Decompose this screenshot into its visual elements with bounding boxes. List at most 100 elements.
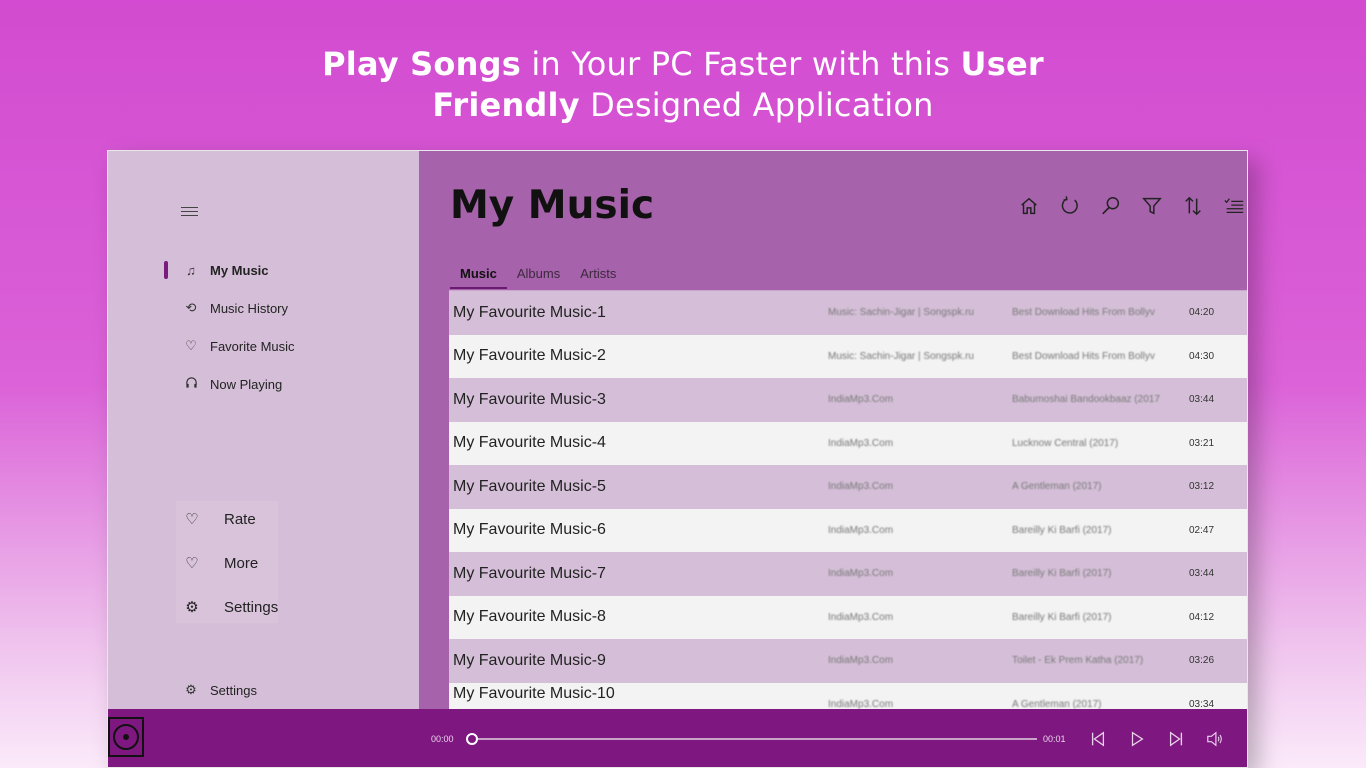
sidebar-item-label: Now Playing [210, 376, 283, 392]
list-item[interactable]: My Favourite Music-9 IndiaMp3.Com Toilet -… [449, 639, 1247, 683]
list-item[interactable]: My Favourite Music-8 IndiaMp3.Com Bareilly… [449, 595, 1247, 639]
list-item[interactable]: My Favourite Music-3 IndiaMp3.Com Babumosh… [449, 378, 1247, 422]
song-album: A Gentleman (2017) [1012, 698, 1102, 709]
song-album: Best Download Hits From Bollyv [1012, 307, 1155, 319]
tab-albums[interactable]: Albums [507, 259, 570, 289]
song-artist: Music: Sachin-Jigar | Songspk.ru [828, 307, 974, 319]
headphones-icon [182, 376, 200, 392]
list-item[interactable]: My Favourite Music-5 IndiaMp3.Com A Gentle… [449, 465, 1247, 509]
heart-icon: ♡ [185, 511, 199, 528]
sidebar-item-label: Favorite Music [210, 338, 295, 354]
volume-icon [1207, 731, 1222, 747]
actions-panel: ♡ Rate ♡ More ⚙ Settings [176, 501, 278, 623]
gear-icon: ⚙ [185, 599, 199, 616]
sidebar-item-now-playing[interactable]: Now Playing [164, 369, 404, 399]
filter-button[interactable] [1131, 191, 1172, 221]
list-item[interactable]: My Favourite Music-7 IndiaMp3.Com Bareilly… [449, 552, 1247, 596]
volume-button[interactable] [1202, 726, 1228, 752]
headline-bold-3: Friendly [432, 86, 580, 124]
song-artist: IndiaMp3.Com [828, 698, 894, 709]
seek-handle[interactable] [466, 733, 478, 745]
history-icon: ⟲ [185, 300, 197, 315]
rate-label: Rate [224, 510, 256, 528]
sidebar-item-settings[interactable]: ⚙ Settings [164, 675, 404, 705]
select-list-button[interactable] [1213, 191, 1247, 221]
home-icon [1020, 197, 1037, 215]
play-button[interactable] [1124, 726, 1150, 752]
search-button[interactable] [1090, 191, 1131, 221]
tab-music[interactable]: Music [450, 259, 507, 289]
song-artist: Music: Sachin-Jigar | Songspk.ru [828, 350, 974, 362]
sidebar-item-label: Settings [210, 682, 257, 698]
song-title: My Favourite Music-10 [453, 684, 615, 702]
sidebar-item-label: My Music [210, 262, 269, 278]
sidebar-item-favorite-music[interactable]: ♡ Favorite Music [164, 331, 404, 361]
heart-icon: ♡ [185, 338, 197, 353]
song-artist: IndiaMp3.Com [828, 655, 894, 667]
tab-artists[interactable]: Artists [570, 259, 626, 289]
settings-button[interactable]: ⚙ Settings [184, 593, 278, 621]
heart-icon: ♡ [185, 555, 199, 572]
song-artist: IndiaMp3.Com [828, 611, 894, 623]
promo-headline: Play Songs in Your PC Faster with this U… [0, 44, 1366, 126]
song-duration: 03:44 [1189, 394, 1215, 406]
refresh-icon [1061, 196, 1078, 214]
sidebar-item-my-music[interactable]: ♫ My Music [164, 255, 404, 285]
song-duration: 03:21 [1189, 437, 1215, 449]
sidebar-item-music-history[interactable]: ⟲ Music History [164, 293, 404, 323]
list-item[interactable]: My Favourite Music-2 Music: Sachin-Jigar … [449, 334, 1247, 378]
player-bar: 00:00 00:01 [108, 709, 1247, 767]
song-artist: IndiaMp3.Com [828, 568, 894, 580]
tab-bar: Music Albums Artists [450, 259, 626, 291]
music-note-icon: ♫ [186, 262, 196, 278]
song-duration: 04:30 [1189, 350, 1215, 362]
song-duration: 04:20 [1189, 307, 1215, 319]
song-artist: IndiaMp3.Com [828, 481, 894, 493]
song-album: Babumoshai Bandookbaaz (2017 [1012, 394, 1160, 406]
song-duration: 03:44 [1189, 568, 1215, 580]
sidebar-item-label: Music History [210, 300, 289, 316]
album-art-icon[interactable] [108, 717, 144, 757]
list-item[interactable]: My Favourite Music-6 IndiaMp3.Com Bareilly… [449, 508, 1247, 552]
list-item[interactable]: My Favourite Music-4 IndiaMp3.Com Lucknow … [449, 421, 1247, 465]
active-indicator [164, 261, 168, 279]
previous-button[interactable] [1085, 726, 1111, 752]
song-title: My Favourite Music-6 [453, 521, 606, 539]
list-item[interactable]: My Favourite Music-10 IndiaMp3.Com A Gentl… [449, 682, 1247, 709]
song-artist: IndiaMp3.Com [828, 394, 894, 406]
select-list-icon [1223, 198, 1243, 214]
current-time: 00:00 [431, 734, 454, 744]
app-window: ♫ My Music ⟲ Music History ♡ Favorite Mu… [107, 150, 1248, 768]
next-button[interactable] [1163, 726, 1189, 752]
headline-bold-2: User [960, 45, 1044, 83]
more-label: More [224, 554, 259, 572]
more-button[interactable]: ♡ More [184, 549, 258, 577]
song-title: My Favourite Music-9 [453, 651, 606, 669]
song-title: My Favourite Music-1 [453, 303, 606, 321]
list-item[interactable]: My Favourite Music-1 Music: Sachin-Jigar … [449, 291, 1247, 335]
sort-button[interactable] [1172, 191, 1213, 221]
song-title: My Favourite Music-5 [453, 477, 606, 495]
song-duration: 04:12 [1189, 611, 1215, 623]
previous-icon [1091, 731, 1105, 747]
refresh-button[interactable] [1049, 191, 1090, 221]
song-album: Bareilly Ki Barfi (2017) [1012, 568, 1112, 580]
song-album: Best Download Hits From Bollyv [1012, 350, 1155, 362]
sidebar: ♫ My Music ⟲ Music History ♡ Favorite Mu… [108, 151, 419, 709]
song-duration: 03:34 [1189, 698, 1215, 709]
song-album: A Gentleman (2017) [1012, 481, 1102, 493]
rate-button[interactable]: ♡ Rate [184, 505, 256, 533]
song-album: Lucknow Central (2017) [1012, 437, 1119, 449]
total-time: 00:01 [1043, 734, 1066, 744]
song-title: My Favourite Music-8 [453, 608, 606, 626]
headline-text-1: in Your PC Faster with this [520, 45, 961, 83]
hamburger-menu-icon[interactable] [181, 207, 199, 219]
seek-bar[interactable] [472, 738, 1037, 740]
home-button[interactable] [1008, 191, 1049, 221]
song-title: My Favourite Music-2 [453, 347, 606, 365]
song-title: My Favourite Music-4 [453, 434, 606, 452]
filter-icon [1141, 197, 1162, 215]
song-duration: 03:12 [1189, 481, 1215, 493]
song-artist: IndiaMp3.Com [828, 524, 894, 536]
song-list: My Favourite Music-1 Music: Sachin-Jigar … [449, 291, 1247, 709]
